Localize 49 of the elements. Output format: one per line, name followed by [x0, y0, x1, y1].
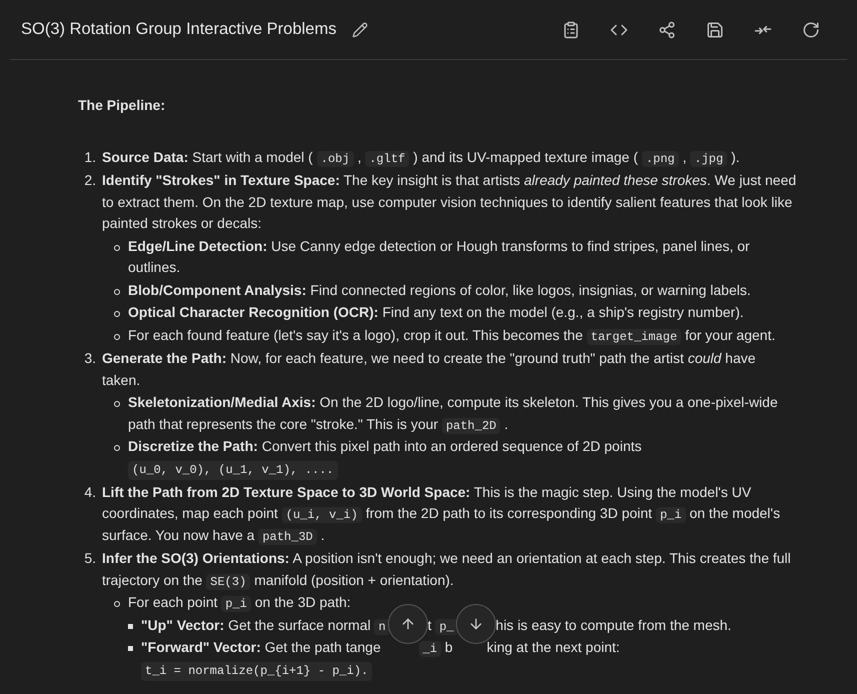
inline-code: .jpg [690, 150, 728, 166]
list-number: 3. [83, 349, 97, 368]
document-title: SO(3) Rotation Group Interactive Problems [21, 19, 336, 40]
inline-code: path_3D [258, 528, 317, 544]
inline-code: .obj [316, 150, 354, 166]
square-bullet-icon [128, 646, 133, 651]
hollow-bullet-icon [114, 244, 120, 250]
inline-code: t_i = normalize(p_{i+1} - p_i). [141, 662, 372, 680]
hollow-bullet-icon [114, 334, 120, 340]
edit-icon[interactable] [352, 22, 368, 38]
scroll-down-button[interactable] [456, 604, 496, 644]
list-number: 1. [83, 148, 97, 166]
inline-code: (u_0, v_0), (u_1, v_1), .... [128, 460, 338, 480]
scroll-up-button[interactable] [388, 604, 428, 644]
list-item-text: Source Data: Start with a model ( .obj , .gltf ) and its UV-mapped texture image ( .png , .jpg ). [102, 148, 741, 168]
hollow-bullet-icon [114, 288, 120, 294]
hollow-bullet-icon [114, 311, 120, 317]
list-item-text: Infer the SO(3) Orientations: A position isn't enough; we need an orientation at each step. This creates the full trajectory on the SE(3) manifold (position + orientation). [102, 549, 792, 591]
hollow-bullet-icon [114, 401, 120, 407]
list-item-text: Optical Character Recognition (OCR): Find any text on the model (e.g., a ship's registry number). [128, 303, 744, 322]
hollow-bullet-icon [114, 601, 120, 607]
inline-code: target_image [586, 328, 682, 344]
section-heading: The Pipeline: [78, 96, 166, 115]
list-item-text: "Up" Vector: Get the surface normal n t p_ his is easy to compute from the mesh. [141, 614, 732, 636]
inline-code: (u_i, v_i) [282, 507, 362, 523]
list-item-text: For each point p_i on the 3D path: [128, 593, 351, 614]
list-item-text: "Forward" Vector: Get the path tange _i b king at the next point: t_i = normalize(p_{i+1} - p_i). [141, 637, 620, 680]
inline-code: .gltf [365, 150, 410, 166]
inline-code: .png [642, 150, 679, 166]
list-item-text: Discretize the Path: Convert this pixel path into an ordered sequence of 2D points (u_0, v_0), (u_1, v_1), .... [128, 436, 642, 480]
inline-code: n [374, 618, 390, 634]
list-item-text: Blob/Component Analysis: Find connected regions of color, like logos, insignias, or warning labels. [128, 280, 751, 300]
inline-code: _i [418, 641, 442, 657]
inline-code: path_2D [442, 418, 500, 434]
list-item-text: For each found feature (let's say it's a logo), crop it out. This becomes the target_image for your agent. [128, 326, 776, 346]
inline-code: SE(3) [206, 574, 250, 590]
list-item-text: Lift the Path from 2D Texture Space to 3D World Space: This is the magic step. Using the model's UV coordinates, map each point (u_i, v_i) from the 2D path to its corresponding 3D point p_i on the model's surface. You now have a path_3D . [102, 482, 782, 546]
list-number: 4. [83, 482, 97, 502]
inline-code: p_i [656, 507, 686, 523]
list-item-text: Identify "Strokes" in Texture Space: The key insight is that artists already painted these strokes. We just need to extract them. On the 2D texture map, use computer vision techniques to identify salient features that look like painted strokes or decals: [102, 171, 797, 233]
square-bullet-icon [128, 624, 133, 628]
hollow-bullet-icon [114, 445, 120, 451]
inline-code: p_i [221, 596, 251, 612]
list-number: 5. [83, 549, 97, 568]
list-number: 2. [83, 171, 97, 190]
list-item-text: Edge/Line Detection: Use Canny edge detection or Hough transforms to find stripes, panel lines, or outlines. [128, 236, 751, 277]
list-item-text: Generate the Path: Now, for each feature, we need to create the "ground truth" path the artist could have taken. [102, 349, 757, 390]
inline-code: p_ [435, 618, 458, 634]
list-item-text: Skeletonization/Medial Axis: On the 2D logo/line, compute its skeleton. This gives you a one-pixel-wide path that represents the core "stroke." This is your path_2D . [128, 393, 779, 435]
